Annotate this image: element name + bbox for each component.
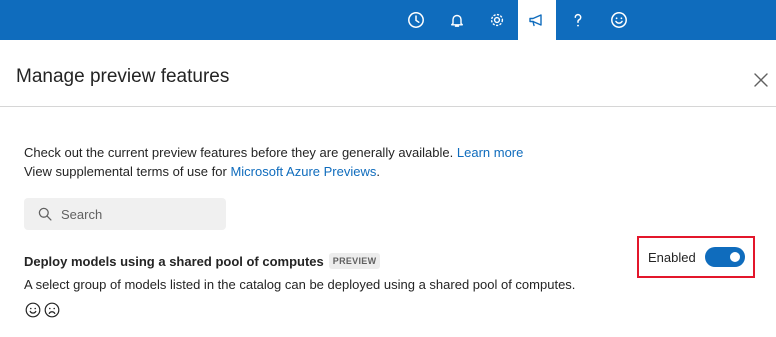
panel-title: Manage preview features — [16, 66, 230, 87]
feature-toggle-highlight: Enabled — [637, 236, 755, 278]
feature-title-row: Deploy models using a shared pool of com… — [24, 253, 381, 269]
gear-icon[interactable] — [478, 0, 516, 40]
history-icon[interactable] — [397, 0, 435, 40]
frown-icon[interactable] — [43, 301, 60, 318]
feature-toggle[interactable] — [704, 247, 745, 267]
search-input[interactable] — [61, 206, 221, 222]
smiley-icon[interactable] — [600, 0, 638, 40]
intro-line-2-end: . — [376, 164, 380, 179]
intro-line-1: Check out the current preview features b… — [24, 143, 523, 162]
bell-icon[interactable] — [438, 0, 476, 40]
search-icon — [37, 206, 53, 222]
feature-description: A select group of models listed in the c… — [24, 277, 576, 292]
top-bar — [0, 0, 776, 40]
toggle-status-label: Enabled — [648, 249, 696, 265]
intro-line-2-text: View supplemental terms of use for — [24, 164, 227, 179]
preview-badge: PREVIEW — [328, 253, 381, 269]
search-box[interactable] — [24, 198, 226, 230]
intro-text: Check out the current preview features b… — [24, 143, 523, 181]
feature-feedback — [24, 301, 60, 318]
toggle-knob — [729, 252, 740, 262]
feature-title: Deploy models using a shared pool of com… — [24, 253, 324, 269]
header-divider — [0, 106, 776, 107]
azure-previews-link[interactable]: Microsoft Azure Previews — [230, 164, 376, 179]
intro-line-1-text: Check out the current preview features b… — [24, 145, 454, 160]
help-icon[interactable] — [559, 0, 597, 40]
intro-line-2: View supplemental terms of use for Micro… — [24, 162, 523, 181]
smile-icon[interactable] — [24, 301, 41, 318]
close-icon[interactable] — [752, 71, 770, 89]
megaphone-icon[interactable] — [518, 0, 556, 40]
learn-more-link[interactable]: Learn more — [457, 145, 523, 160]
